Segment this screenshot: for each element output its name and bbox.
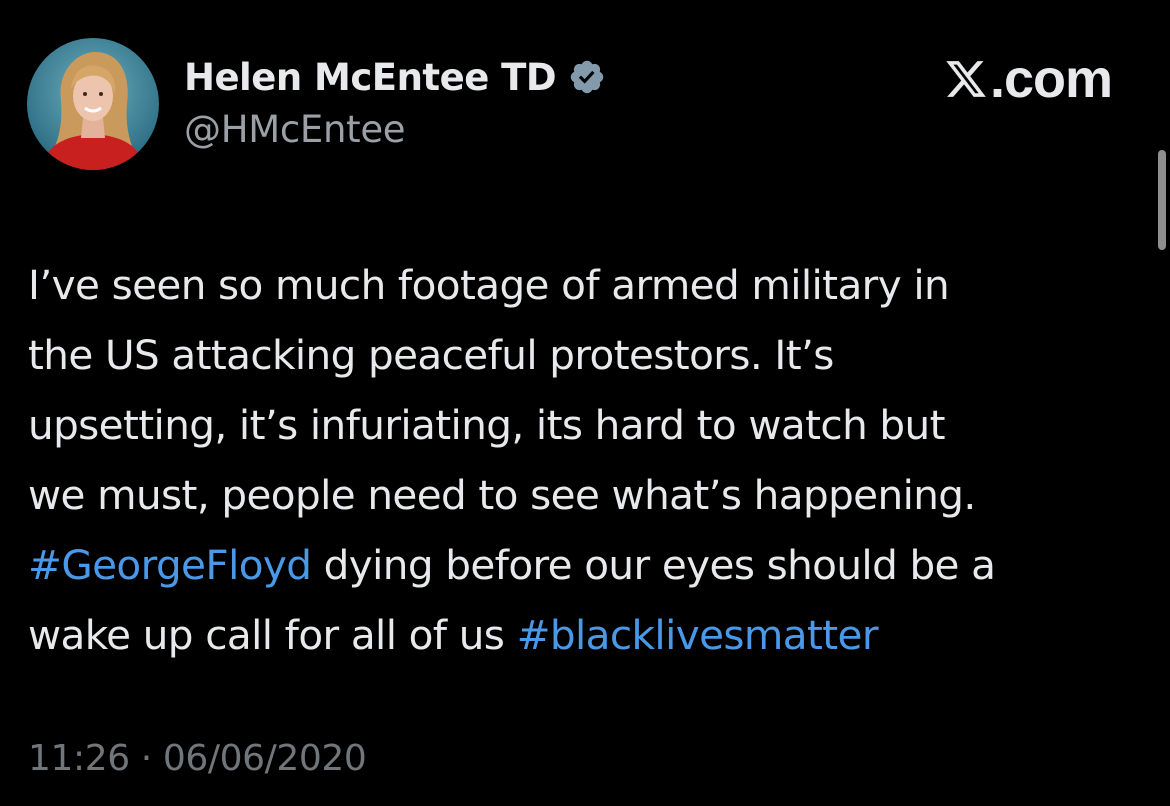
x-logo-icon — [944, 57, 988, 101]
site-watermark: .com — [944, 48, 1113, 110]
tweet-line: we must, people need to see what’s happe… — [28, 471, 976, 519]
tweet-line: #GeorgeFloyd dying before our eyes shoul… — [28, 530, 1148, 600]
tweet-line: upsetting, it’s infuriating, its hard to… — [28, 401, 945, 449]
tweet-line: I’ve seen so much footage of armed milit… — [28, 261, 950, 309]
tweet-body: I’ve seen so much footage of armed milit… — [28, 250, 1148, 670]
hashtag-link-georgefloyd[interactable]: #GeorgeFloyd — [28, 541, 312, 589]
verified-badge-icon[interactable] — [568, 58, 606, 96]
tweet-text-fragment: dying before our eyes should be a — [311, 541, 996, 589]
tweet-timestamp[interactable]: 11:26 · 06/06/2020 — [28, 738, 367, 779]
scrollbar-thumb[interactable] — [1158, 150, 1166, 250]
author-name-row: Helen McEntee TD — [184, 50, 606, 104]
tweet-text-fragment: wake up call for all of us — [28, 611, 517, 659]
avatar-photo — [27, 38, 159, 170]
author-handle[interactable]: @HMcEntee — [184, 108, 406, 151]
site-domain-suffix: .com — [989, 49, 1113, 109]
tweet-line: wake up call for all of us #blacklivesma… — [28, 600, 1148, 670]
hashtag-link-blacklivesmatter[interactable]: #blacklivesmatter — [517, 611, 879, 659]
tweet-line: the US attacking peaceful protestors. It… — [28, 331, 834, 379]
author-display-name[interactable]: Helen McEntee TD — [184, 56, 557, 99]
avatar[interactable] — [27, 38, 159, 170]
